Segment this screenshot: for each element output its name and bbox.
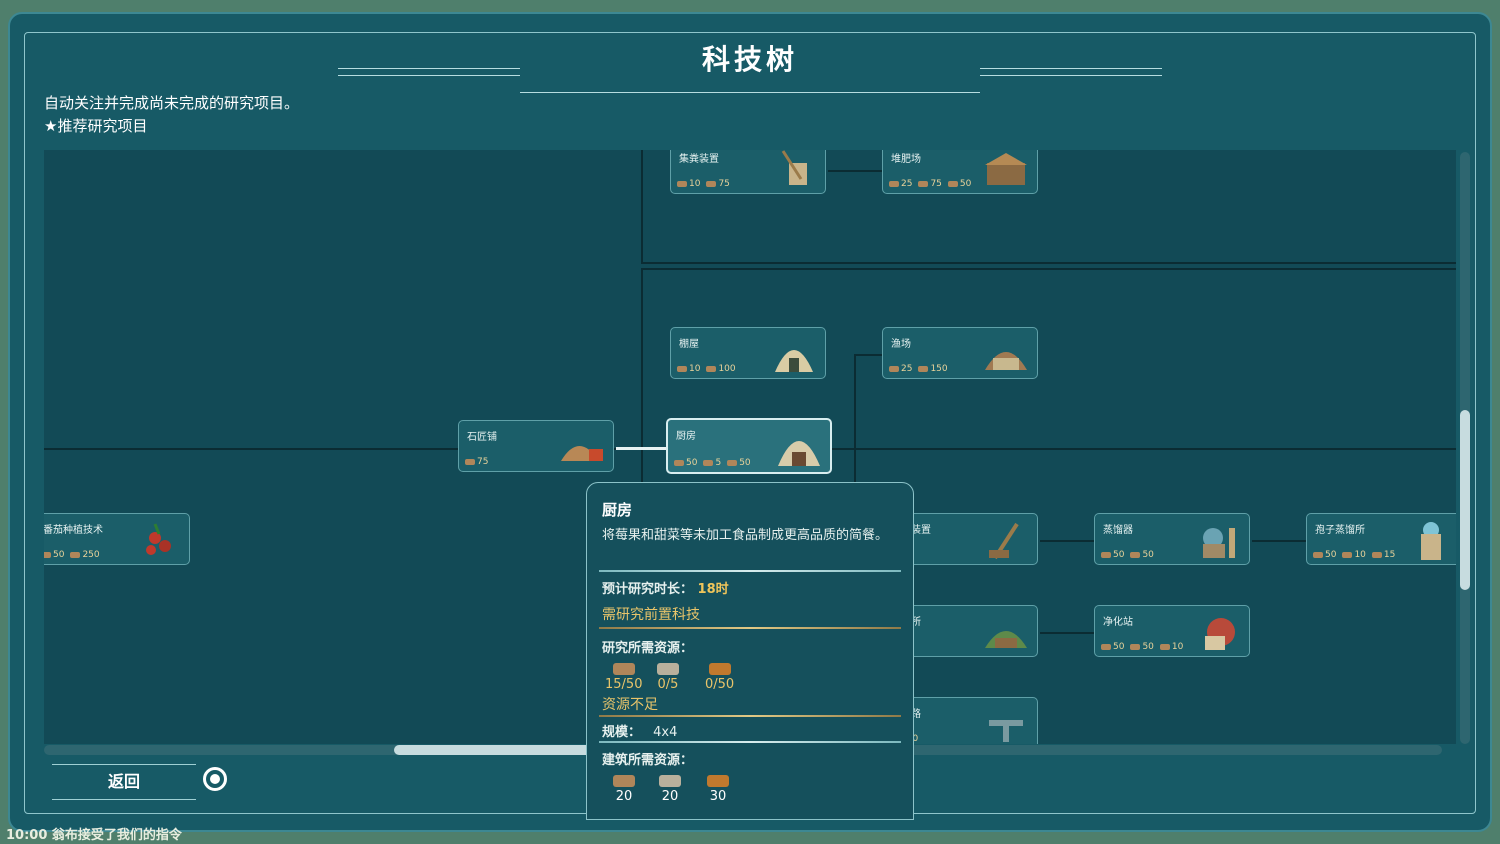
horizontal-scroll-thumb[interactable]	[394, 745, 594, 755]
connector	[641, 150, 643, 264]
tech-node-mason[interactable]: 石匠铺 75	[458, 420, 614, 472]
research-stone: 0/5	[657, 663, 679, 692]
prereq-warning: 需研究前置科技	[602, 607, 700, 623]
tech-node-kitchen[interactable]: 厨房 50 5 50	[666, 418, 832, 474]
active-connector	[616, 447, 666, 450]
title-underline	[520, 92, 980, 93]
wood-icon	[612, 663, 635, 675]
research-wood: 15/50	[605, 663, 642, 692]
connector	[1040, 632, 1096, 634]
building-art	[775, 350, 813, 372]
insufficient-resources: 资源不足	[602, 697, 658, 713]
tech-node-spore-distillery[interactable]: 孢子蒸馏所 50 10 15	[1306, 513, 1456, 565]
auto-research-hint: 自动关注并完成尚未完成的研究项目。	[44, 94, 300, 112]
tech-node-tomato[interactable]: 番茄种植技术 50 250	[44, 513, 190, 565]
building-art	[985, 631, 1027, 648]
building-art	[989, 522, 1019, 560]
building-art	[985, 153, 1027, 185]
build-ore: 30	[707, 775, 729, 804]
build-stone: 20	[659, 775, 681, 804]
tech-node-shed[interactable]: 棚屋 10 100	[670, 327, 826, 379]
chat-log: 10:00 翁布接受了我们的指令	[6, 828, 182, 843]
divider	[599, 570, 901, 572]
title-deco-right-2	[980, 75, 1162, 76]
build-wood: 20	[613, 775, 635, 804]
ore-icon	[707, 775, 729, 787]
build-resources-label: 建筑所需资源：	[602, 753, 694, 768]
vertical-scroll-thumb[interactable]	[1460, 410, 1470, 590]
research-time: 预计研究时长： 18时	[602, 582, 729, 597]
divider	[599, 627, 901, 629]
building-art	[1203, 528, 1235, 558]
hint-text: 自动关注并完成尚未完成的研究项目。 ★推荐研究项目	[44, 92, 299, 138]
page-title: 科技树	[701, 43, 798, 76]
tech-node-manure[interactable]: 集粪装置 10 75	[670, 150, 826, 194]
divider	[599, 715, 901, 717]
connector	[854, 354, 882, 356]
connector	[641, 262, 1456, 264]
stone-icon	[657, 663, 679, 675]
title-deco-left-2	[338, 75, 520, 76]
title-deco-left	[338, 68, 520, 69]
tech-node-distiller[interactable]: 蒸馏器 50 50	[1094, 513, 1250, 565]
stone-icon	[659, 775, 681, 787]
building-art	[1205, 618, 1235, 650]
building-art	[1421, 522, 1441, 560]
connector	[1252, 540, 1308, 542]
building-art	[561, 446, 603, 461]
recommended-label[interactable]: ★推荐研究项目	[44, 115, 299, 138]
star-icon: ★	[44, 117, 58, 135]
title-deco-right	[980, 68, 1162, 69]
back-button[interactable]: 返回	[52, 764, 196, 800]
tech-node-compost[interactable]: 堆肥场 25 75 50	[882, 150, 1038, 194]
tech-node-fishery[interactable]: 渔场 25 150	[882, 327, 1038, 379]
scale-info: 规模： 4x4	[602, 725, 678, 740]
research-ore: 0/50	[705, 663, 734, 692]
tooltip-title: 厨房	[602, 501, 633, 519]
tooltip-description: 将莓果和甜菜等未加工食品制成更高品质的简餐。	[602, 528, 889, 543]
connector	[641, 268, 1456, 270]
tech-tooltip: 厨房 将莓果和甜菜等未加工食品制成更高品质的简餐。 预计研究时长： 18时 需研…	[586, 482, 914, 820]
building-art	[989, 720, 1023, 742]
ore-icon	[708, 663, 731, 675]
tomato-art	[146, 523, 171, 555]
connector	[828, 170, 882, 172]
building-art	[781, 150, 807, 185]
wood-icon	[613, 775, 635, 787]
building-art	[985, 352, 1027, 370]
connector	[1040, 540, 1096, 542]
tech-node-purifier[interactable]: 净化站 50 50 10	[1094, 605, 1250, 657]
research-resources-label: 研究所需资源：	[602, 641, 694, 656]
divider	[599, 741, 901, 743]
confirm-circle-icon[interactable]	[203, 767, 227, 791]
building-art	[778, 441, 820, 466]
vertical-scrollbar[interactable]	[1460, 152, 1470, 744]
